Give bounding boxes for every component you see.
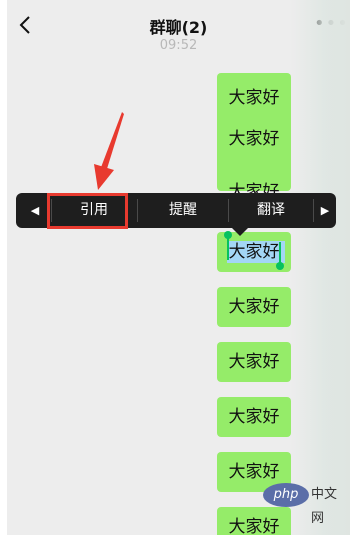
chat-screen: 群聊(2) ••• 09:52 大家好 大家好 大家好 大家好 大家好 大家好 … — [7, 0, 350, 535]
message-bubble[interactable]: 大家好 大家好 大家好 — [217, 73, 291, 202]
watermark-site-text: 中文网 — [311, 487, 338, 526]
blurred-avatar-area — [290, 0, 350, 535]
menu-pointer — [232, 228, 248, 236]
menu-next-button[interactable]: ▶ — [314, 193, 336, 228]
message-bubble[interactable]: 大家好 — [217, 342, 291, 382]
menu-prev-button[interactable]: ◀ — [24, 193, 46, 228]
selection-end-handle[interactable] — [276, 262, 284, 270]
message-bubble[interactable]: 大家好 — [217, 507, 291, 535]
message-bubble[interactable]: 大家好 — [217, 287, 291, 327]
watermark-logo-text: php — [273, 487, 299, 502]
annotation-highlight-box — [47, 193, 128, 229]
remind-menu-item[interactable]: 提醒 — [138, 193, 228, 228]
translate-menu-item[interactable]: 翻译 — [229, 193, 313, 228]
site-watermark: php 中文网 — [263, 483, 349, 526]
message-text: 大家好 — [228, 88, 280, 108]
message-text: 大家好 — [228, 242, 280, 262]
annotation-arrow-icon — [94, 112, 124, 190]
message-bubble[interactable]: 大家好 — [217, 397, 291, 437]
message-text: 大家好 — [228, 129, 280, 149]
